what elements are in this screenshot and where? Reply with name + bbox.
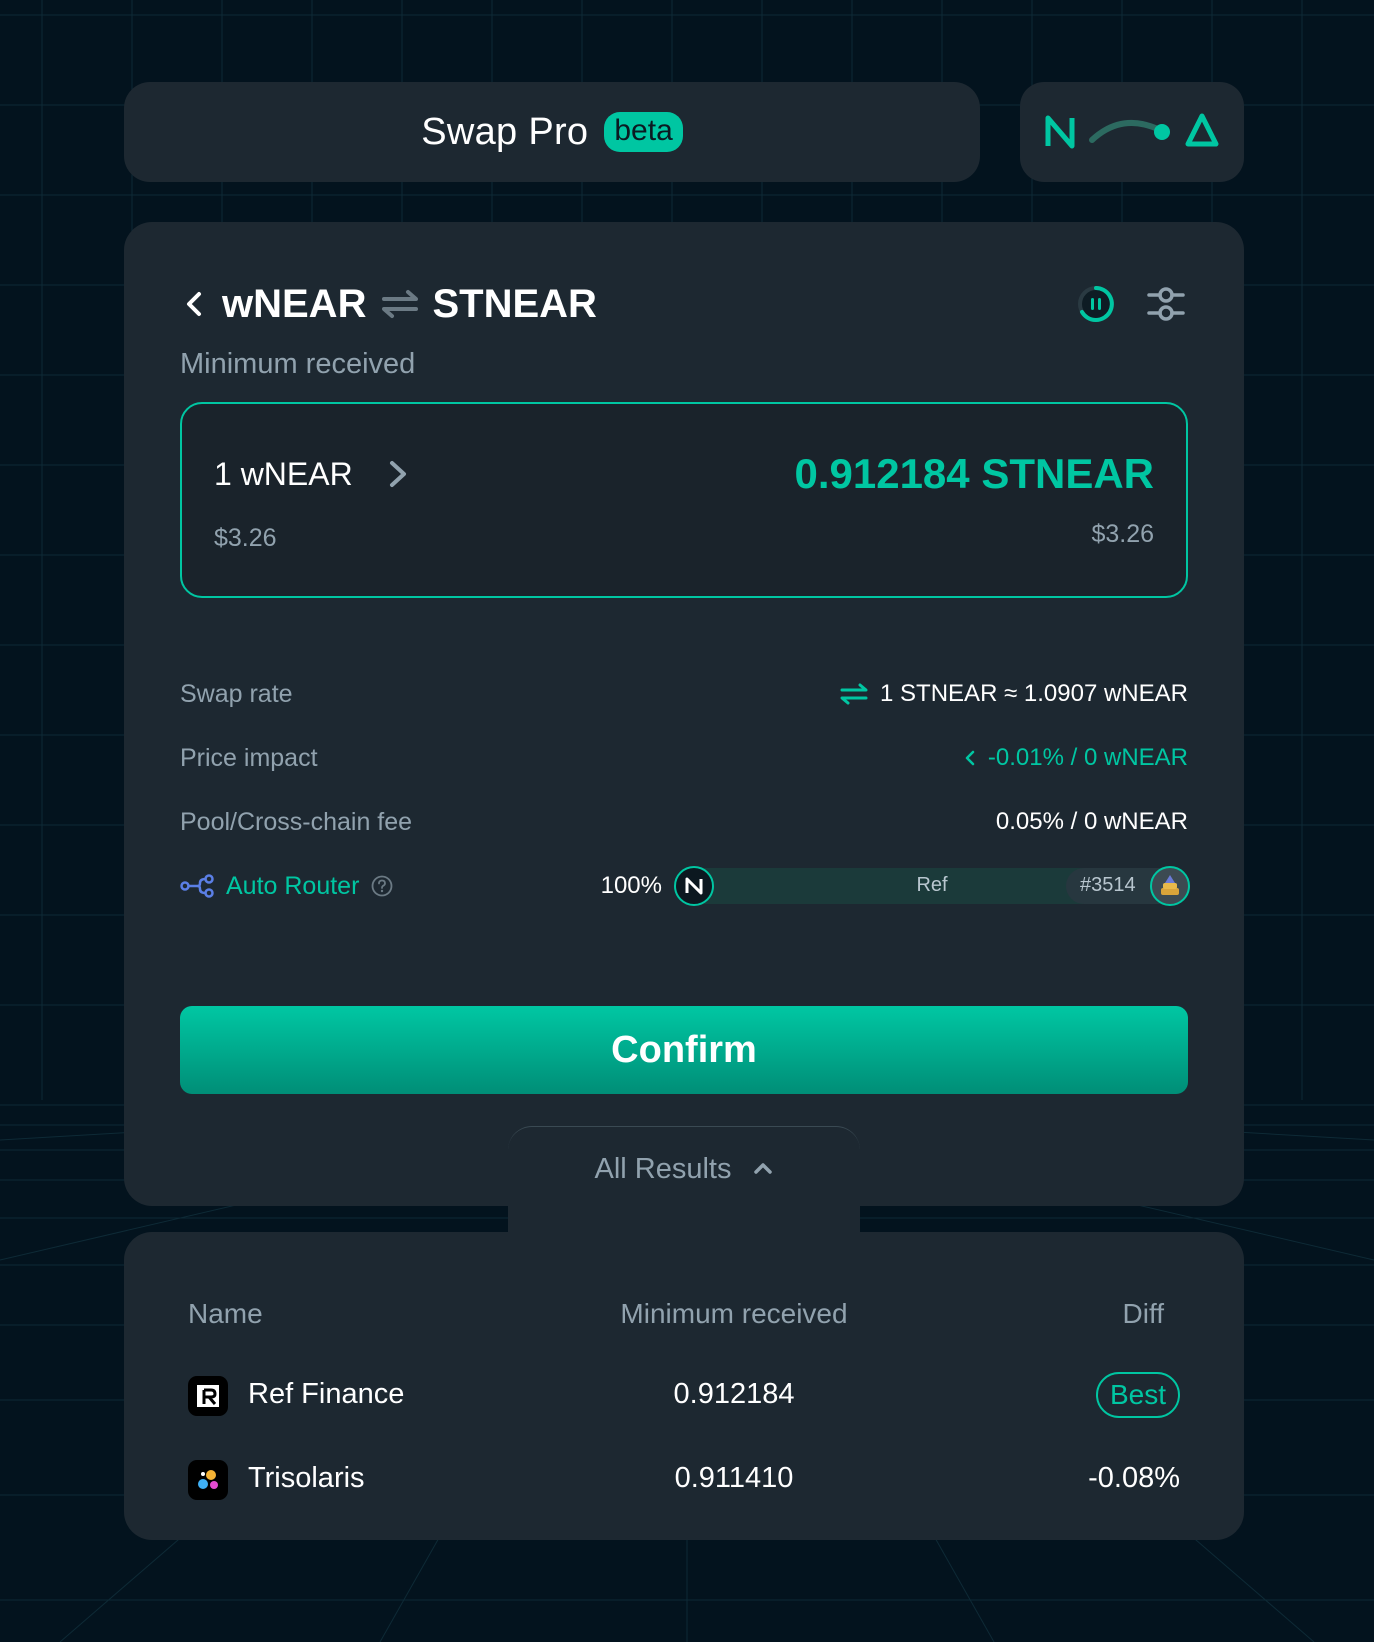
to-amount: 0.912184 STNEAR [794, 450, 1154, 497]
column-header-diff: Diff [1122, 1298, 1165, 1329]
pair-actions [1074, 282, 1188, 326]
swap-rate-row: Swap rate 1 STNEAR ≈ 1.0907 wNEAR [180, 674, 1188, 714]
route-percent: 100% [600, 872, 662, 899]
help-icon[interactable] [371, 875, 393, 897]
confirm-button[interactable]: Confirm [180, 1006, 1188, 1094]
router-icon [180, 874, 214, 898]
aurora-logo-icon [1185, 113, 1219, 147]
results-table: Name Minimum received Diff Ref Finance 0… [124, 1232, 1244, 1540]
near-logo-icon [1045, 115, 1075, 149]
refresh-timer-icon [1078, 286, 1114, 322]
route-bar: Ref #3514 [674, 866, 1190, 906]
all-results-toggle[interactable]: All Results [508, 1126, 860, 1234]
fee-row: Pool/Cross-chain fee 0.05% / 0 wNEAR [180, 802, 1188, 842]
row-diff: -0.08% [1088, 1462, 1180, 1494]
stnear-token-icon [1150, 866, 1190, 906]
row-name: Ref Finance [248, 1378, 405, 1410]
from-token-symbol: wNEAR [222, 281, 367, 326]
row-min-received: 0.911410 [674, 1462, 794, 1494]
swap-direction-button[interactable] [382, 289, 419, 319]
app-stage: Swap Pro beta wNEAR STNEAR Minimum recei… [0, 0, 1374, 1642]
price-impact-label: Price impact [180, 743, 318, 772]
auto-router-label: Auto Router [226, 871, 360, 900]
swap-card: wNEAR STNEAR Minimum received 1 wNEAR $3… [124, 222, 1244, 1206]
back-chevron-icon [187, 292, 201, 316]
header-title-bar: Swap Pro beta [124, 82, 980, 182]
price-impact-row: Price impact -0.01% / 0 wNEAR [180, 738, 1188, 778]
route-pool-id: #3514 [1080, 874, 1136, 896]
to-token-symbol: STNEAR [432, 281, 597, 326]
beta-badge: beta [604, 112, 683, 152]
table-row[interactable]: Trisolaris 0.911410 -0.08% [124, 1450, 1244, 1510]
page-title: Swap Pro [421, 110, 589, 153]
settings-button[interactable] [1144, 282, 1188, 326]
row-min-received: 0.912184 [673, 1378, 795, 1410]
swap-rate-label: Swap rate [180, 679, 293, 708]
less-than-icon [965, 750, 975, 766]
bridge-toggle-icon [1089, 120, 1163, 143]
fee-label: Pool/Cross-chain fee [180, 807, 413, 836]
minimum-received-box: 1 wNEAR $3.26 0.912184 STNEAR $3.26 [180, 402, 1188, 598]
column-header-name: Name [188, 1298, 263, 1329]
chevron-right-icon [386, 458, 410, 495]
pair-header: wNEAR STNEAR [176, 274, 1188, 334]
route-visual: 100% Ref #3514 [600, 866, 1190, 906]
network-switch[interactable] [1020, 82, 1244, 182]
near-token-icon [674, 866, 714, 906]
price-impact-value-group: -0.01% / 0 wNEAR [964, 744, 1188, 772]
row-name: Trisolaris [248, 1462, 365, 1494]
swap-rate-value: 1 STNEAR ≈ 1.0907 wNEAR [880, 680, 1188, 707]
trisolaris-logo-icon [188, 1460, 228, 1500]
settings-sliders-icon [1147, 287, 1185, 321]
rate-toggle-icon[interactable] [840, 683, 868, 705]
fee-value: 0.05% / 0 wNEAR [995, 808, 1188, 835]
chevron-up-icon [753, 1163, 772, 1174]
table-row[interactable]: Ref Finance 0.912184 Best [124, 1366, 1244, 1426]
auto-router-label-group: Auto Router [180, 872, 393, 901]
network-toggle-graphic [1045, 113, 1219, 149]
minimum-received-label: Minimum received [180, 348, 416, 380]
best-badge: Best [1095, 1372, 1180, 1418]
back-button[interactable] [176, 286, 212, 322]
column-header-min-received: Minimum received [620, 1298, 848, 1329]
ref-finance-logo-icon [188, 1376, 228, 1416]
from-usd-value: $3.26 [214, 524, 277, 552]
from-amount: 1 wNEAR [214, 456, 353, 492]
swap-rate-value-group: 1 STNEAR ≈ 1.0907 wNEAR [840, 680, 1188, 708]
swap-direction-icon [382, 290, 419, 318]
to-usd-value: $3.26 [1091, 520, 1154, 548]
price-impact-value: -0.01% / 0 wNEAR [987, 744, 1188, 771]
refresh-timer-button[interactable] [1074, 282, 1118, 326]
auto-router-row: Auto Router 100% Ref #3514 [180, 866, 1190, 906]
all-results-label: All Results [594, 1153, 732, 1185]
